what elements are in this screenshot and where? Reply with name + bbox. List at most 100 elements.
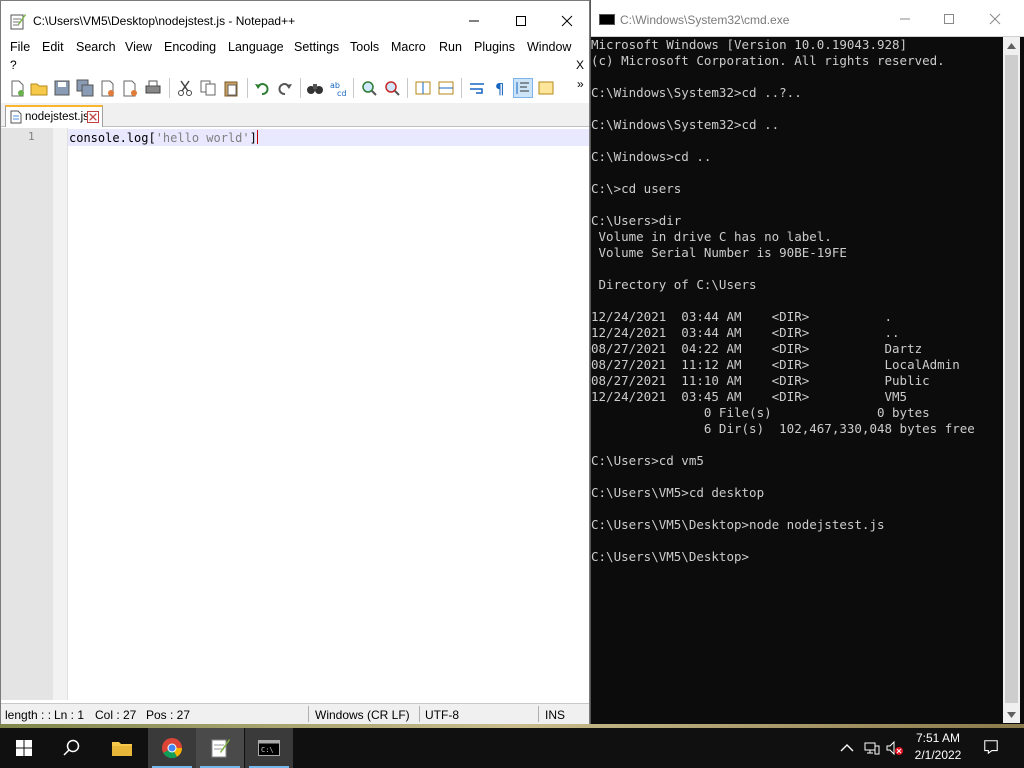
menu-settings[interactable]: Settings xyxy=(294,40,339,54)
svg-text:cd: cd xyxy=(337,89,346,97)
replace-button[interactable]: ab cd xyxy=(329,79,347,97)
start-button[interactable] xyxy=(0,728,48,768)
maximize-icon xyxy=(516,16,526,26)
undo-button[interactable] xyxy=(253,79,271,97)
console-line: C:\Windows>cd .. xyxy=(591,149,712,164)
cmd-titlebar[interactable]: C:\Windows\System32\cmd.exe xyxy=(591,0,1024,37)
status-encoding[interactable]: UTF-8 xyxy=(425,708,459,722)
menu-file[interactable]: File xyxy=(10,40,30,54)
tab-close-button[interactable] xyxy=(87,111,99,123)
taskbar: C:\ 7:51 AM 2/1/2022 xyxy=(0,728,1024,768)
print-icon xyxy=(145,80,161,94)
editor-area[interactable]: 1 console.log['hello world'] xyxy=(1,128,589,700)
volume-muted-icon[interactable] xyxy=(886,740,904,756)
menu-language[interactable]: Language xyxy=(228,40,284,54)
windows-logo-icon xyxy=(16,740,32,756)
new-file-button[interactable] xyxy=(8,79,26,97)
indent-guide-button[interactable] xyxy=(513,78,533,98)
menu-encoding[interactable]: Encoding xyxy=(164,40,216,54)
console-line: C:\Users\VM5>cd desktop xyxy=(591,485,765,500)
scrollbar-thumb[interactable] xyxy=(1005,55,1018,703)
save-all-button[interactable] xyxy=(76,79,94,97)
show-all-chars-button[interactable]: ¶ xyxy=(491,79,509,97)
close-icon xyxy=(89,113,97,121)
close-all-icon xyxy=(123,80,137,97)
close-all-button[interactable] xyxy=(121,79,139,97)
menu-window[interactable]: Window xyxy=(527,40,571,54)
menu-bar: File Edit Search View Encoding Language … xyxy=(1,38,589,74)
zoom-out-button[interactable] xyxy=(383,79,401,97)
menu-edit[interactable]: Edit xyxy=(42,40,64,54)
file-icon xyxy=(10,110,22,124)
taskbar-file-explorer[interactable] xyxy=(98,728,146,768)
cmd-window-title: C:\Windows\System32\cmd.exe xyxy=(620,13,790,27)
copy-button[interactable] xyxy=(199,79,217,97)
network-icon[interactable] xyxy=(864,740,880,756)
taskbar-notepadpp[interactable] xyxy=(196,728,244,768)
status-insert-mode[interactable]: INS xyxy=(545,708,565,722)
menu-search[interactable]: Search xyxy=(76,40,116,54)
cmd-maximize-button[interactable] xyxy=(926,0,972,37)
menu-tools[interactable]: Tools xyxy=(350,40,379,54)
close-file-button[interactable] xyxy=(98,79,116,97)
sync-horizontal-icon xyxy=(438,81,454,95)
npp-titlebar[interactable]: C:\Users\VM5\Desktop\nodejstest.js - Not… xyxy=(1,1,589,41)
line-number-gutter: 1 xyxy=(1,128,53,700)
cut-button[interactable] xyxy=(176,79,194,97)
status-length: length : : xyxy=(5,708,52,722)
menu-run[interactable]: Run xyxy=(439,40,462,54)
search-button[interactable] xyxy=(48,728,96,768)
menu-view[interactable]: View xyxy=(125,40,152,54)
close-button[interactable] xyxy=(544,1,590,41)
tab-nodejstest[interactable]: nodejstest.js xyxy=(5,105,103,127)
menu-help[interactable]: ? xyxy=(10,58,17,72)
notifications-icon[interactable] xyxy=(982,739,1000,755)
clock-time: 7:51 AM xyxy=(915,731,961,745)
sync-vertical-icon xyxy=(415,81,431,95)
taskbar-chrome[interactable] xyxy=(148,728,196,768)
system-clock[interactable]: 7:51 AM 2/1/2022 xyxy=(906,730,970,766)
status-eol[interactable]: Windows (CR LF) xyxy=(315,708,410,722)
console-line: Volume in drive C has no label. xyxy=(591,229,832,244)
cmd-icon: C:\ xyxy=(258,740,280,756)
console-scrollbar[interactable] xyxy=(1003,37,1020,723)
text-caret xyxy=(256,130,258,144)
minimize-button[interactable] xyxy=(451,1,497,41)
maximize-button[interactable] xyxy=(498,1,544,41)
chevron-up-icon[interactable] xyxy=(840,740,854,756)
code-line[interactable]: console.log['hello world'] xyxy=(69,130,258,145)
scroll-down-button[interactable] xyxy=(1003,706,1020,723)
redo-button[interactable] xyxy=(276,79,294,97)
save-all-icon xyxy=(76,79,94,97)
sync-vertical-button[interactable] xyxy=(414,79,432,97)
find-button[interactable] xyxy=(306,79,324,97)
tab-bar: nodejstest.js xyxy=(1,103,589,127)
print-button[interactable] xyxy=(144,79,162,97)
save-icon xyxy=(54,80,70,96)
fold-margin xyxy=(53,128,68,700)
console-output[interactable]: Microsoft Windows [Version 10.0.19043.92… xyxy=(591,37,1003,723)
cmd-close-button[interactable] xyxy=(972,0,1018,37)
taskbar-cmd[interactable]: C:\ xyxy=(245,728,293,768)
pilcrow-icon: ¶ xyxy=(495,80,505,97)
chevron-up-icon xyxy=(1007,42,1016,49)
open-file-button[interactable] xyxy=(30,79,48,97)
close-document-button[interactable]: X xyxy=(576,58,584,72)
sync-horizontal-button[interactable] xyxy=(437,79,455,97)
toolbar: ab cd ¶ » xyxy=(1,75,589,101)
cmd-minimize-button[interactable] xyxy=(882,0,928,37)
scroll-up-button[interactable] xyxy=(1003,37,1020,54)
doc-map-button[interactable] xyxy=(537,79,555,97)
console-line: 12/24/2021 03:45 AM <DIR> VM5 xyxy=(591,389,908,404)
word-wrap-icon xyxy=(470,83,484,94)
toolbar-overflow-button[interactable]: » xyxy=(577,77,584,91)
menu-plugins[interactable]: Plugins xyxy=(474,40,515,54)
paste-button[interactable] xyxy=(222,79,240,97)
zoom-in-button[interactable] xyxy=(360,79,378,97)
notepadpp-icon xyxy=(211,739,230,758)
console-line: Volume Serial Number is 90BE-19FE xyxy=(591,245,847,260)
save-button[interactable] xyxy=(53,79,71,97)
word-wrap-button[interactable] xyxy=(468,79,486,97)
indent-guide-icon xyxy=(516,82,529,94)
menu-macro[interactable]: Macro xyxy=(391,40,426,54)
